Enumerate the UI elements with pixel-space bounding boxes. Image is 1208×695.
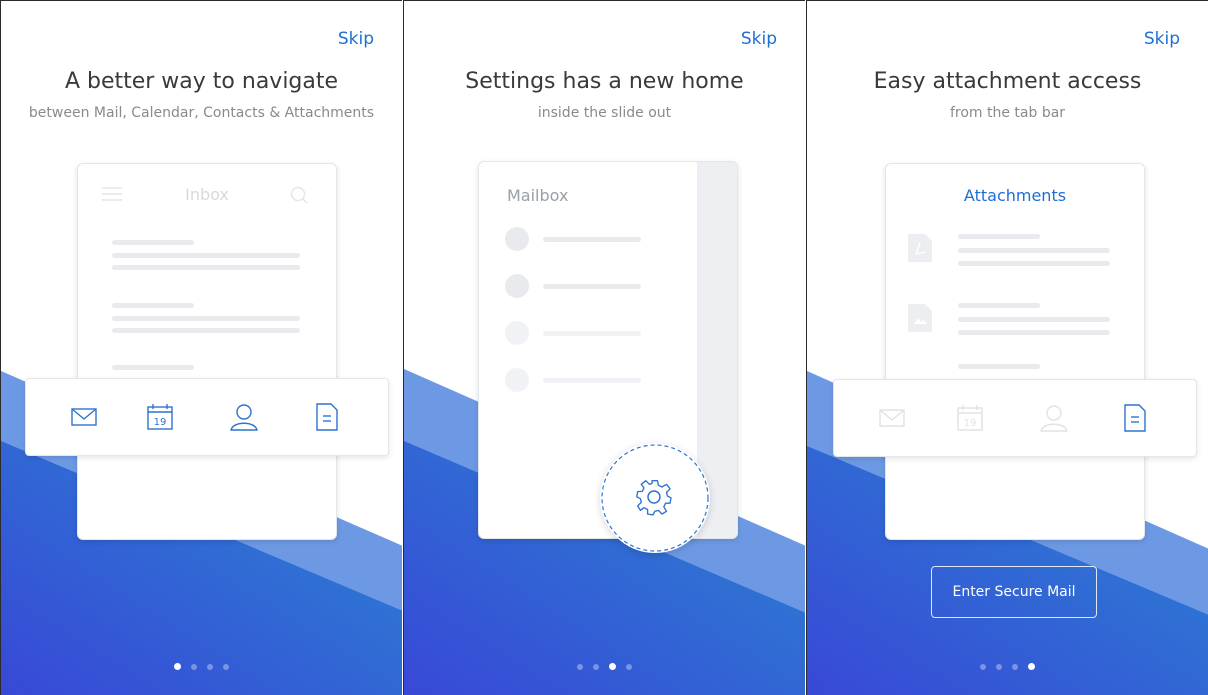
page-dot[interactable] [207,664,213,670]
page-dot[interactable] [1028,663,1035,670]
gear-icon [636,480,672,516]
page-dot[interactable] [626,664,632,670]
page-title: A better way to navigate [64,69,339,94]
contacts-icon [230,404,258,431]
calendar-icon: 19 [147,404,173,430]
attachments-icon [1124,404,1146,432]
calendar-day: 19 [964,418,977,429]
skip-button[interactable]: Skip [741,29,777,49]
onboarding-screen-1: Skip A better way to navigate between Ma… [0,0,402,695]
placeholder-line [112,265,300,270]
page-subtitle: from the tab bar [949,105,1066,121]
page-dot[interactable] [980,664,986,670]
pdf-file-icon [908,234,932,262]
skip-button[interactable]: Skip [1144,29,1180,49]
mock-header-title: Attachments [963,186,1067,205]
tab-bar-preview: 19 [833,379,1197,457]
page-dot[interactable] [609,663,616,670]
mock-header-title: Mailbox [507,186,569,205]
page-title: Settings has a new home [465,69,744,94]
tab-bar-preview: 19 [25,378,389,456]
calendar-icon: 19 [957,405,983,431]
page-indicator [807,655,1208,674]
page-indicator [404,655,805,674]
onboarding-screen-3: Skip Easy attachment access from the tab… [806,0,1208,695]
image-file-icon [908,304,932,332]
mail-icon [879,409,905,427]
skip-button[interactable]: Skip [338,29,374,49]
page-dot[interactable] [191,664,197,670]
attachments-icon [316,403,338,431]
page-title: Easy attachment access [873,69,1142,94]
page-subtitle: between Mail, Calendar, Contacts & Attac… [28,105,375,121]
settings-highlight [600,443,710,553]
onboarding-screen-2: Skip Settings has a new home inside the … [403,0,805,695]
placeholder-line [112,240,194,245]
page-dot[interactable] [593,664,599,670]
calendar-day: 19 [154,417,167,428]
enter-secure-mail-button[interactable]: Enter Secure Mail [931,566,1097,618]
page-dot[interactable] [996,664,1002,670]
page-indicator [1,655,402,674]
placeholder-line [112,328,300,333]
inbox-preview-card: Inbox [77,163,337,540]
page-dot[interactable] [577,664,583,670]
contacts-icon [1040,405,1068,432]
page-dot[interactable] [223,664,229,670]
placeholder-line [112,365,194,370]
attachments-preview-card: Attachments [885,163,1145,540]
placeholder-line [112,316,300,321]
placeholder-line [112,303,194,308]
search-icon [290,186,308,204]
mail-icon [71,408,97,426]
page-dot[interactable] [1012,664,1018,670]
page-dot[interactable] [174,663,181,670]
page-subtitle: inside the slide out [537,105,672,121]
placeholder-line [112,253,300,258]
